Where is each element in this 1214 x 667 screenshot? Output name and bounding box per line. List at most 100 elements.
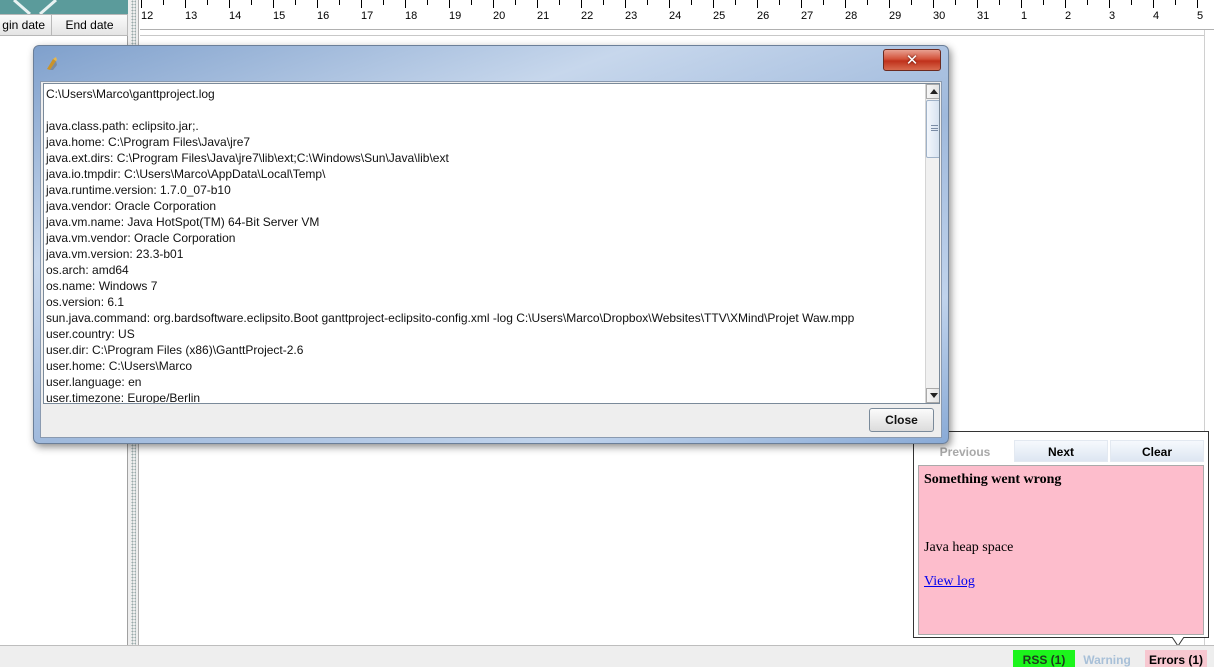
log-line: user.language: en [46, 375, 142, 389]
log-scrollbar[interactable] [925, 84, 939, 403]
timeline-day-label: 28 [845, 10, 858, 22]
timeline-day-label: 20 [493, 10, 506, 22]
timeline-day: 27 [801, 0, 845, 30]
timeline-day-label: 4 [1153, 10, 1160, 22]
timeline-day-label: 14 [229, 10, 242, 22]
timeline-day-label: 1 [1021, 10, 1028, 22]
scroll-down-arrow-icon[interactable] [926, 388, 939, 403]
notification-panel: Previous Next Clear Something went wrong… [913, 431, 1209, 638]
timeline-day-label: 3 [1109, 10, 1116, 22]
timeline-day: 1 [1021, 0, 1065, 30]
timeline-day: 29 [889, 0, 933, 30]
timeline-day: 15 [273, 0, 317, 30]
timeline-day: 30 [933, 0, 977, 30]
log-line: java.home: C:\Program Files\Java\jre7 [46, 135, 251, 149]
dialog-content: C:\Users\Marco\ganttproject.log java.clas… [40, 81, 942, 438]
clear-button[interactable]: Clear [1110, 440, 1204, 462]
timeline-day: 12 [141, 0, 185, 30]
timeline-day-label: 17 [361, 10, 374, 22]
log-line: java.class.path: eclipsito.jar;. [46, 119, 199, 133]
notification-title: Something went wrong [924, 472, 1062, 487]
timeline-day-label: 24 [669, 10, 682, 22]
timeline-day: 20 [493, 0, 537, 30]
log-line: os.version: 6.1 [46, 295, 125, 309]
timeline-day: 5 [1197, 0, 1214, 30]
dialog-close-icon[interactable]: ✕ [883, 49, 941, 71]
timeline-day: 13 [185, 0, 229, 30]
next-button[interactable]: Next [1014, 440, 1108, 462]
timeline-day: 2 [1065, 0, 1109, 30]
timeline-day-label: 2 [1065, 10, 1072, 22]
timeline-day-label: 21 [537, 10, 550, 22]
timeline-subheader [140, 30, 1204, 36]
timeline-day-label: 13 [185, 10, 198, 22]
close-button[interactable]: Close [869, 408, 934, 432]
end-date-column-header[interactable]: End date [52, 15, 128, 35]
timeline-header: 12 13 14 15 16 17 18 19 20 21 22 23 24 25 26 27 28 29 30 31… [140, 0, 1214, 30]
errors-button[interactable]: Errors (1) [1145, 650, 1207, 667]
timeline-day: 14 [229, 0, 273, 30]
log-line: sun.java.command: org.bardsoftware.eclip… [46, 311, 855, 325]
ganttproject-logo [0, 0, 128, 14]
scroll-up-arrow-icon[interactable] [926, 84, 939, 99]
notification-message: Java heap space [924, 540, 1014, 555]
log-line: java.runtime.version: 1.7.0_07-b10 [46, 183, 231, 197]
ganttproject-app-icon [47, 57, 57, 70]
timeline-day-label: 26 [757, 10, 770, 22]
log-line: user.timezone: Europe/Berlin [46, 391, 201, 404]
dialog-title-bar[interactable]: ✕ [34, 46, 948, 80]
timeline-day: 26 [757, 0, 801, 30]
timeline-day-label: 5 [1197, 10, 1204, 22]
rss-button[interactable]: RSS (1) [1013, 650, 1075, 667]
log-line: user.home: C:\Users\Marco [46, 359, 193, 373]
timeline-day: 19 [449, 0, 493, 30]
log-line: os.name: Windows 7 [46, 279, 158, 293]
timeline-day-label: 23 [625, 10, 638, 22]
log-line: java.vm.name: Java HotSpot(TM) 64-Bit Se… [46, 215, 320, 229]
timeline-day: 25 [713, 0, 757, 30]
begin-date-column-header[interactable]: gin date [0, 15, 52, 35]
timeline-day: 24 [669, 0, 713, 30]
timeline-day-label: 25 [713, 10, 726, 22]
log-line: java.io.tmpdir: C:\Users\Marco\AppData\L… [46, 167, 326, 181]
log-dialog: ✕ C:\Users\Marco\ganttproject.log java.cl… [33, 45, 949, 444]
timeline-day: 23 [625, 0, 669, 30]
timeline-day: 21 [537, 0, 581, 30]
timeline-day-ticks: 12 13 14 15 16 17 18 19 20 21 22 23 24 25 26 27 28 29 30 31… [140, 0, 1214, 30]
timeline-day: 3 [1109, 0, 1153, 30]
ganttproject-window: gin date End date 12 13 14 15 16 17 18 19 20 21 22… [0, 0, 1214, 667]
scroll-thumb[interactable] [926, 100, 939, 158]
log-text-area[interactable]: C:\Users\Marco\ganttproject.log java.clas… [43, 83, 940, 404]
timeline-day-label: 15 [273, 10, 286, 22]
timeline-day-label: 30 [933, 10, 946, 22]
notification-body: Something went wrong Java heap space Vie… [918, 465, 1204, 635]
log-line: java.vendor: Oracle Corporation [46, 199, 217, 213]
timeline-day: 28 [845, 0, 889, 30]
timeline-day: 16 [317, 0, 361, 30]
timeline-day-label: 22 [581, 10, 594, 22]
timeline-day-label: 18 [405, 10, 418, 22]
log-line: java.vm.version: 23.3-b01 [46, 247, 184, 261]
timeline-day-label: 12 [141, 10, 154, 22]
timeline-day-label: 29 [889, 10, 902, 22]
timeline-day-label: 19 [449, 10, 462, 22]
timeline-day-label: 27 [801, 10, 814, 22]
timeline-day: 31 [977, 0, 1021, 30]
timeline-day: 18 [405, 0, 449, 30]
log-line: user.dir: C:\Program Files (x86)\GanttPr… [46, 343, 304, 357]
task-table-header: gin date End date [0, 14, 128, 36]
log-line: os.arch: amd64 [46, 263, 129, 277]
timeline-day: 22 [581, 0, 625, 30]
log-text: C:\Users\Marco\ganttproject.log java.clas… [46, 86, 924, 404]
log-line: C:\Users\Marco\ganttproject.log [46, 87, 215, 101]
log-line: java.ext.dirs: C:\Program Files\Java\jre… [46, 151, 449, 165]
log-line: user.country: US [46, 327, 135, 341]
timeline-day-label: 31 [977, 10, 990, 22]
timeline-day: 4 [1153, 0, 1197, 30]
view-log-link[interactable]: View log [924, 574, 975, 590]
timeline-day: 17 [361, 0, 405, 30]
warning-button[interactable]: Warning [1076, 650, 1138, 667]
notification-nav: Previous Next Clear [918, 440, 1204, 462]
log-line: java.vm.vendor: Oracle Corporation [46, 231, 236, 245]
